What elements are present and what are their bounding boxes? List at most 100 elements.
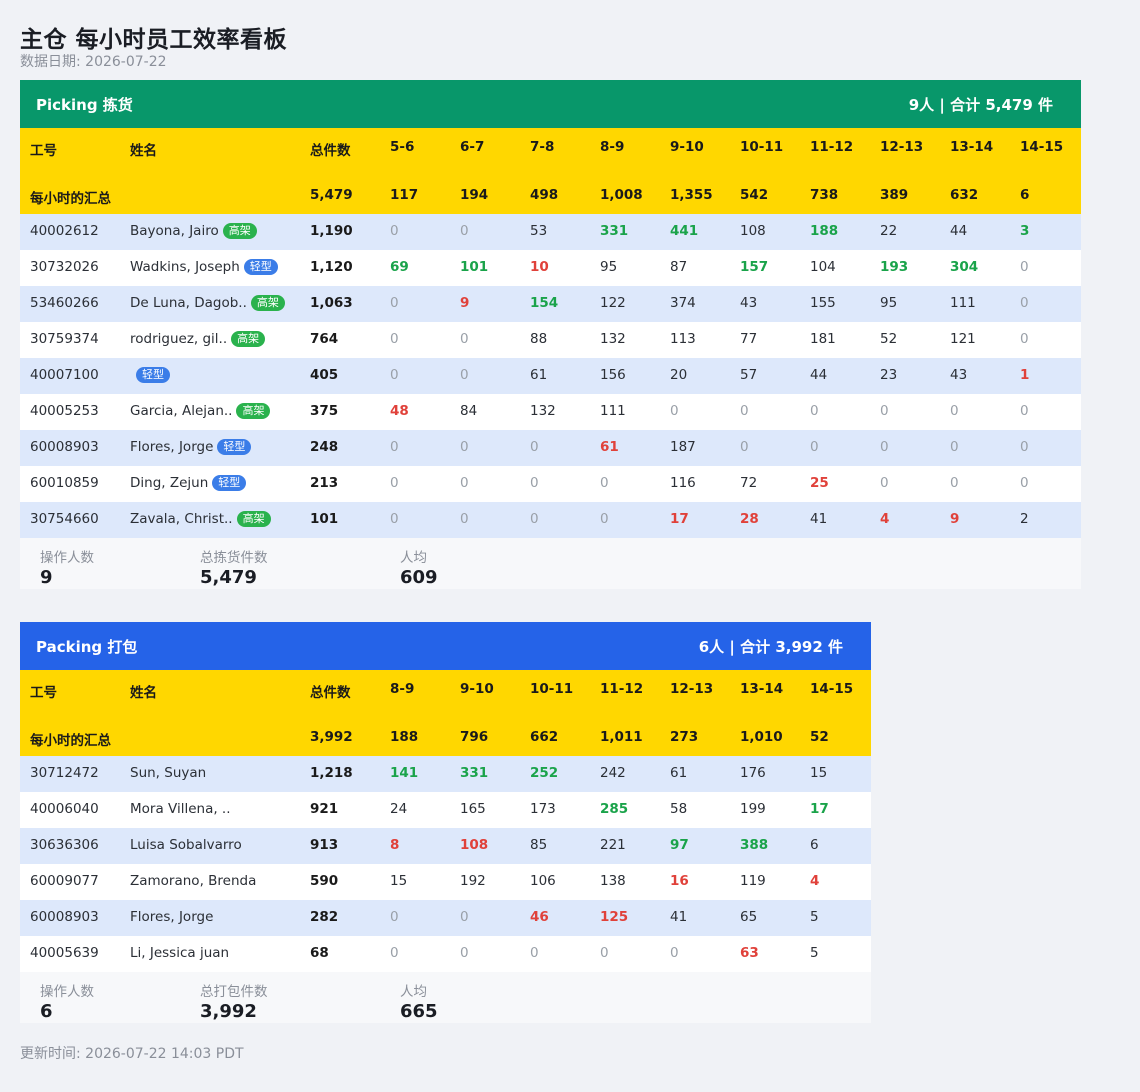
role-badge: 高架 bbox=[236, 403, 271, 419]
column-header-cell[interactable]: 6-7 bbox=[460, 139, 484, 155]
table-row[interactable]: 53460266 De Luna, Dagob.. 高架 1,063 0 9 154 122 3… bbox=[20, 286, 1081, 322]
hourly-summary-label: 每小时的汇总 bbox=[30, 191, 111, 207]
column-header-cell[interactable]: 13-14 bbox=[740, 681, 783, 697]
hour-value: 63 bbox=[740, 945, 759, 961]
hour-value: 0 bbox=[390, 223, 399, 239]
stat-label: 人均 bbox=[400, 984, 427, 1000]
stat-item: 总拣货件数 5,479 bbox=[200, 546, 268, 588]
employee-name: Wadkins, Joseph bbox=[130, 259, 240, 275]
hour-value: 53 bbox=[530, 223, 548, 239]
section-summary: 6人 | 合计 3,992 件 bbox=[698, 637, 843, 656]
column-header-cell[interactable]: 9-10 bbox=[670, 139, 704, 155]
hour-value: 84 bbox=[460, 403, 478, 419]
hour-value: 6 bbox=[810, 837, 819, 853]
column-header-cell[interactable]: 11-12 bbox=[600, 681, 643, 697]
hour-value: 44 bbox=[950, 223, 968, 239]
stat-item: 人均 609 bbox=[400, 546, 438, 588]
column-header-cell[interactable]: 8-9 bbox=[600, 139, 624, 155]
column-header-cell[interactable]: 5-6 bbox=[390, 139, 414, 155]
table-row[interactable]: 60009077 Zamorano, Brenda 590 15 192 106 138 16… bbox=[20, 864, 871, 900]
hourly-summary-cell: 1,008 bbox=[600, 187, 643, 203]
hour-value: 2 bbox=[1020, 511, 1029, 527]
hour-value: 181 bbox=[810, 331, 836, 347]
hour-value: 113 bbox=[670, 331, 696, 347]
hour-value: 0 bbox=[390, 331, 399, 347]
employee-id: 30712472 bbox=[30, 765, 99, 781]
hour-value: 121 bbox=[950, 331, 976, 347]
page-title: 主仓 每小时员工效率看板 bbox=[20, 27, 288, 53]
column-header-cell[interactable]: 姓名 bbox=[130, 139, 157, 159]
table-row[interactable]: 40005253 Garcia, Alejan.. 高架 375 48 84 132 111 0… bbox=[20, 394, 1081, 430]
hour-value: 61 bbox=[600, 439, 619, 455]
section-title: Packing 打包 bbox=[36, 637, 138, 656]
hour-value: 0 bbox=[460, 909, 469, 925]
table-row[interactable]: 60008903 Flores, Jorge 轻型 248 0 0 0 61 187 0 0 0 0 0 bbox=[20, 430, 1081, 466]
role-badge: 轻型 bbox=[243, 259, 278, 275]
column-header-cell[interactable]: 8-9 bbox=[390, 681, 414, 697]
hour-value: 43 bbox=[950, 367, 968, 383]
employee-name-cell: Flores, Jorge 轻型 bbox=[130, 439, 252, 455]
employee-name-cell: Zavala, Christ.. 高架 bbox=[130, 511, 271, 527]
hour-value: 0 bbox=[600, 511, 609, 527]
column-header-cell[interactable]: 姓名 bbox=[130, 681, 157, 701]
column-header-cell[interactable]: 12-13 bbox=[880, 139, 923, 155]
table-body: 30712472 Sun, Suyan 1,218 141 331 252 242 61 176… bbox=[20, 756, 871, 972]
row-total: 1,190 bbox=[310, 223, 353, 239]
stat-item: 总打包件数 3,992 bbox=[200, 980, 268, 1022]
hourly-summary-cell: 273 bbox=[670, 729, 699, 745]
hour-value: 44 bbox=[810, 367, 828, 383]
column-header-cell[interactable]: 总件数 bbox=[310, 681, 351, 701]
row-total: 68 bbox=[310, 945, 329, 961]
column-header-cell[interactable]: 7-8 bbox=[530, 139, 554, 155]
hourly-summary-total: 5,479 bbox=[310, 187, 353, 203]
column-header-cell[interactable]: 9-10 bbox=[460, 681, 494, 697]
table-row[interactable]: 30754660 Zavala, Christ.. 高架 101 0 0 0 0 17 28 41 4… bbox=[20, 502, 1081, 538]
table-row[interactable]: 30712472 Sun, Suyan 1,218 141 331 252 242 61 176… bbox=[20, 756, 871, 792]
hour-value: 61 bbox=[670, 765, 688, 781]
table-row[interactable]: 40005639 Li, Jessica juan 68 0 0 0 0 0 63 5 bbox=[20, 936, 871, 972]
table-row[interactable]: 30636306 Luisa Sobalvarro 913 8 108 85 221 97 38… bbox=[20, 828, 871, 864]
column-header-cell[interactable]: 工号 bbox=[30, 139, 57, 159]
employee-id: 40006040 bbox=[30, 801, 99, 817]
stat-value: 9 bbox=[40, 567, 53, 588]
employee-id: 40002612 bbox=[30, 223, 99, 239]
data-date: 数据日期: 2026-07-22 bbox=[20, 54, 167, 70]
table-row[interactable]: 40007100 轻型 405 0 0 61 156 20 57 44 23 43 1 bbox=[20, 358, 1081, 394]
table-row[interactable]: 60008903 Flores, Jorge 282 0 0 46 125 41 65 5 bbox=[20, 900, 871, 936]
hour-value: 17 bbox=[810, 801, 829, 817]
column-header-cell[interactable]: 11-12 bbox=[810, 139, 853, 155]
column-header-cell[interactable]: 12-13 bbox=[670, 681, 713, 697]
hour-value: 24 bbox=[390, 801, 408, 817]
hour-value: 0 bbox=[390, 945, 399, 961]
hour-value: 72 bbox=[740, 475, 758, 491]
column-header-cell[interactable]: 总件数 bbox=[310, 139, 351, 159]
column-header-cell[interactable]: 10-11 bbox=[530, 681, 573, 697]
column-header: 工号 姓名 总件数 5-6 6-7 7-8 8-9 9-10 10-11 11-12 12-13 13… bbox=[20, 128, 1081, 214]
stat-label: 总拣货件数 bbox=[200, 550, 268, 566]
hour-value: 65 bbox=[740, 909, 758, 925]
stat-value: 3,992 bbox=[200, 1001, 257, 1022]
hour-value: 41 bbox=[810, 511, 828, 527]
column-header-cell[interactable]: 13-14 bbox=[950, 139, 993, 155]
hour-value: 441 bbox=[670, 223, 699, 239]
table-row[interactable]: 60010859 Ding, Zejun 轻型 213 0 0 0 0 116 72 25 0 0 0 bbox=[20, 466, 1081, 502]
column-header-cell[interactable]: 10-11 bbox=[740, 139, 783, 155]
column-header-cell[interactable]: 14-15 bbox=[810, 681, 853, 697]
table-row[interactable]: 40006040 Mora Villena, .. 921 24 165 173 285 58… bbox=[20, 792, 871, 828]
hour-value: 0 bbox=[460, 223, 469, 239]
hour-value: 17 bbox=[670, 511, 689, 527]
employee-id: 60010859 bbox=[30, 475, 99, 491]
hour-value: 0 bbox=[880, 475, 889, 491]
employee-id: 53460266 bbox=[30, 295, 99, 311]
role-badge: 高架 bbox=[236, 511, 271, 527]
hour-value: 141 bbox=[390, 765, 419, 781]
column-header-cell[interactable]: 14-15 bbox=[1020, 139, 1063, 155]
employee-id: 40005639 bbox=[30, 945, 99, 961]
table-row[interactable]: 30732026 Wadkins, Joseph 轻型 1,120 69 101 10 95 8… bbox=[20, 250, 1081, 286]
table-row[interactable]: 30759374 rodriguez, gil.. 高架 764 0 0 88 132 113 7… bbox=[20, 322, 1081, 358]
column-header-cell[interactable]: 工号 bbox=[30, 681, 57, 701]
role-badge: 高架 bbox=[222, 223, 257, 239]
table-row[interactable]: 40002612 Bayona, Jairo 高架 1,190 0 0 53 331 441 10… bbox=[20, 214, 1081, 250]
hour-value: 0 bbox=[1020, 403, 1029, 419]
hour-value: 28 bbox=[740, 511, 759, 527]
